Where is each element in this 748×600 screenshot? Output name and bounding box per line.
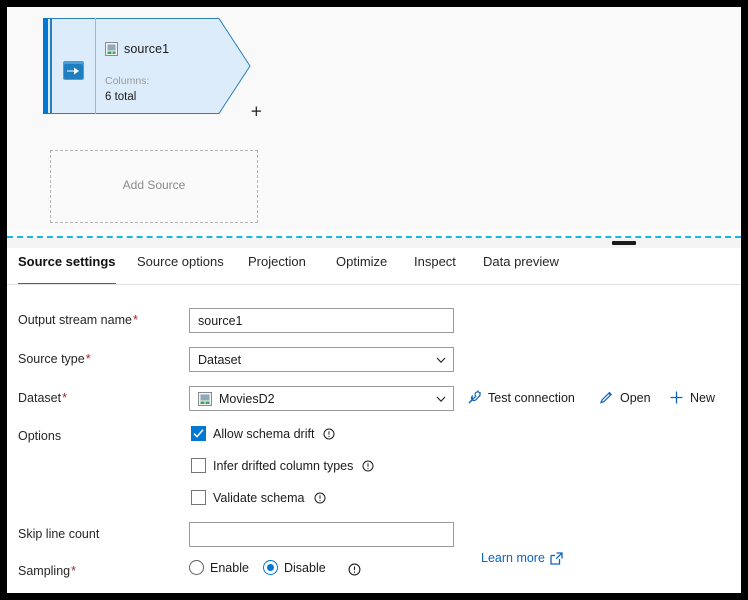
infer-drifted-column-types-label: Infer drifted column types bbox=[213, 459, 353, 473]
checkbox-validate-schema[interactable]: Validate schema bbox=[191, 490, 326, 505]
open-dataset-label: Open bbox=[620, 391, 651, 405]
sampling-disable-radio-circle[interactable] bbox=[263, 560, 278, 575]
source-type-label: Source type* bbox=[18, 352, 91, 366]
required-asterisk: * bbox=[133, 313, 138, 327]
skip-line-count-input[interactable] bbox=[189, 522, 454, 547]
dataset-dropdown[interactable]: MoviesD2 bbox=[189, 386, 454, 411]
chevron-down-icon bbox=[435, 393, 447, 405]
sampling-label: Sampling* bbox=[18, 564, 76, 578]
node-accent-bar bbox=[43, 18, 48, 114]
dataset-label-text: Dataset bbox=[18, 391, 61, 405]
checkmark-icon bbox=[191, 426, 206, 441]
info-icon[interactable] bbox=[314, 492, 326, 504]
tab-data-preview[interactable]: Data preview bbox=[483, 254, 559, 269]
drag-handle-icon[interactable] bbox=[612, 241, 636, 245]
options-label: Options bbox=[18, 429, 61, 443]
chevron-down-icon bbox=[435, 354, 447, 366]
panel-tabs: Source settings Source options Projectio… bbox=[7, 248, 741, 285]
output-stream-name-label-text: Output stream name bbox=[18, 313, 132, 327]
node-columns-label: Columns: bbox=[105, 75, 149, 87]
output-stream-name-label: Output stream name* bbox=[18, 313, 138, 327]
external-link-icon bbox=[550, 552, 563, 565]
app-window: source1 Columns: 6 total + Add Source So… bbox=[7, 7, 741, 593]
add-source-label: Add Source bbox=[51, 178, 257, 192]
node-title-label: source1 bbox=[124, 42, 169, 56]
checkbox-allow-schema-drift[interactable]: Allow schema drift bbox=[191, 426, 335, 441]
skip-line-count-label-text: Skip line count bbox=[18, 527, 99, 541]
source-type-dropdown[interactable]: Dataset bbox=[189, 347, 454, 372]
source-type-value: Dataset bbox=[198, 353, 435, 367]
node-accent-bar-secondary bbox=[50, 18, 52, 114]
plus-icon bbox=[669, 390, 684, 405]
test-connection-label: Test connection bbox=[488, 391, 575, 405]
tab-source-options[interactable]: Source options bbox=[137, 254, 224, 269]
required-asterisk: * bbox=[71, 564, 76, 578]
validate-schema-label: Validate schema bbox=[213, 491, 305, 505]
tabs-bottom-border bbox=[7, 284, 741, 285]
plug-connector-icon bbox=[466, 390, 482, 406]
sampling-enable-radio-circle[interactable] bbox=[189, 560, 204, 575]
required-asterisk: * bbox=[62, 391, 67, 405]
validate-schema-checkbox-box[interactable] bbox=[191, 490, 206, 505]
tab-optimize[interactable]: Optimize bbox=[336, 254, 387, 269]
source-type-label-text: Source type bbox=[18, 352, 85, 366]
skip-line-count-label: Skip line count bbox=[18, 527, 100, 541]
node-add-next-plus-icon[interactable]: + bbox=[250, 104, 263, 119]
sampling-disable-label: Disable bbox=[284, 561, 326, 575]
source-node-source1[interactable]: source1 Columns: 6 total bbox=[43, 18, 251, 114]
node-title-row: source1 bbox=[105, 42, 169, 56]
add-source-placeholder[interactable]: Add Source bbox=[50, 150, 258, 223]
dataset-icon bbox=[198, 392, 212, 406]
dataset-label: Dataset* bbox=[18, 391, 67, 405]
test-connection-button[interactable]: Test connection bbox=[466, 390, 575, 406]
tab-projection[interactable]: Projection bbox=[248, 254, 306, 269]
checkbox-infer-drifted-column-types[interactable]: Infer drifted column types bbox=[191, 458, 374, 473]
source-settings-panel: Source settings Source options Projectio… bbox=[7, 248, 741, 593]
allow-schema-drift-label: Allow schema drift bbox=[213, 427, 314, 441]
dataflow-canvas[interactable]: source1 Columns: 6 total + Add Source bbox=[7, 7, 741, 230]
allow-schema-drift-checkbox-box[interactable] bbox=[191, 426, 206, 441]
new-dataset-label: New bbox=[690, 391, 715, 405]
learn-more-link[interactable]: Learn more bbox=[481, 551, 563, 565]
open-dataset-button[interactable]: Open bbox=[599, 390, 651, 405]
node-column-divider bbox=[95, 18, 96, 114]
source-arrow-icon bbox=[63, 61, 84, 80]
node-columns-value: 6 total bbox=[105, 91, 136, 103]
radio-sampling-enable[interactable]: Enable bbox=[189, 560, 249, 575]
learn-more-label: Learn more bbox=[481, 551, 545, 565]
dataset-file-icon bbox=[105, 42, 118, 56]
dataset-value: MoviesD2 bbox=[219, 392, 435, 406]
tab-inspect[interactable]: Inspect bbox=[414, 254, 456, 269]
infer-drifted-column-types-checkbox-box[interactable] bbox=[191, 458, 206, 473]
screenshot-frame: source1 Columns: 6 total + Add Source So… bbox=[0, 0, 748, 600]
new-dataset-button[interactable]: New bbox=[669, 390, 715, 405]
info-icon[interactable] bbox=[362, 460, 374, 472]
output-stream-name-input[interactable] bbox=[189, 308, 454, 333]
info-icon[interactable] bbox=[323, 428, 335, 440]
info-icon[interactable] bbox=[348, 563, 361, 576]
tab-source-settings[interactable]: Source settings bbox=[18, 254, 116, 269]
sampling-label-text: Sampling bbox=[18, 564, 70, 578]
pencil-icon bbox=[599, 390, 614, 405]
sampling-enable-label: Enable bbox=[210, 561, 249, 575]
required-asterisk: * bbox=[86, 352, 91, 366]
radio-sampling-disable[interactable]: Disable bbox=[263, 560, 326, 575]
